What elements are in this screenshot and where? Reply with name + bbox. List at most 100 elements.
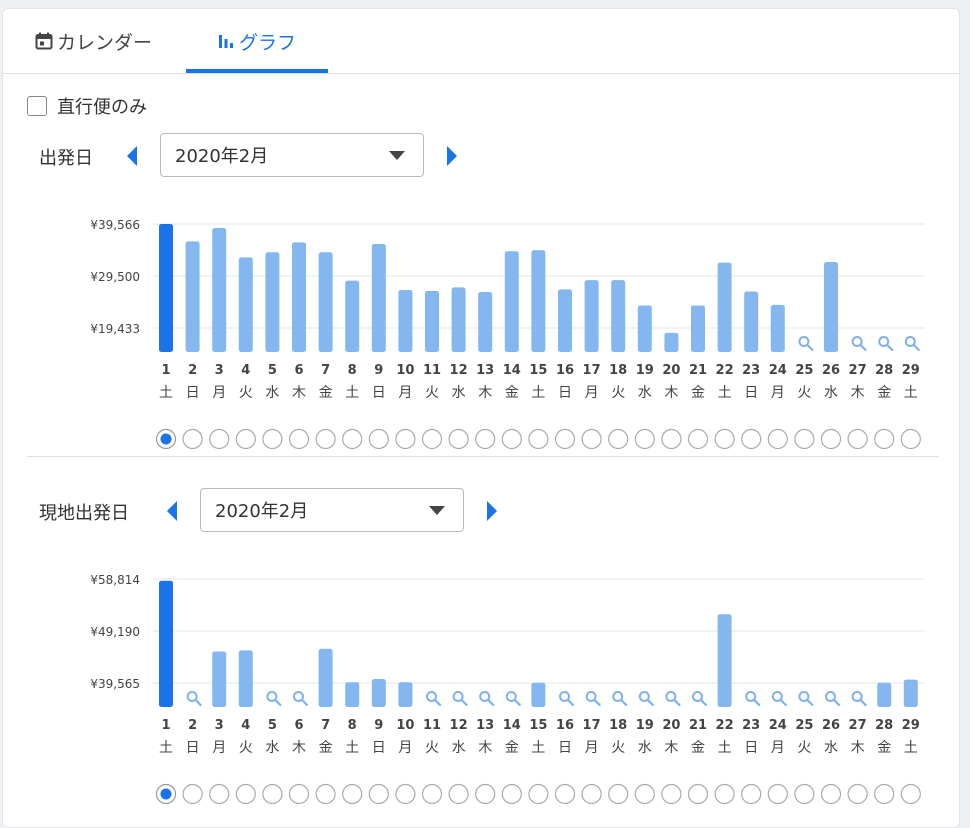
outbound-date-radio[interactable]: [395, 428, 416, 450]
outbound-bar[interactable]: [238, 257, 253, 352]
return-date-radio[interactable]: [448, 783, 469, 805]
outbound-date-radio[interactable]: [900, 428, 921, 450]
outbound-date-radio[interactable]: [794, 428, 815, 450]
return-date-radio[interactable]: [235, 783, 256, 805]
return-date-radio[interactable]: [421, 783, 443, 805]
outbound-date-radio[interactable]: [634, 428, 655, 450]
search-icon[interactable]: [426, 691, 442, 707]
return-date-radio[interactable]: [820, 783, 842, 805]
return-date-radio[interactable]: [581, 783, 602, 805]
outbound-next-month-arrow-icon[interactable]: [443, 143, 461, 169]
return-date-radio[interactable]: [501, 783, 522, 805]
return-month-select[interactable]: 2020年2月: [200, 488, 464, 532]
return-bar[interactable]: [345, 682, 360, 707]
outbound-bar[interactable]: [478, 292, 493, 352]
outbound-bar[interactable]: [185, 241, 200, 352]
outbound-date-radio[interactable]: [554, 428, 576, 450]
return-date-radio[interactable]: [288, 783, 310, 805]
tab-graph[interactable]: グラフ: [217, 9, 296, 73]
outbound-bar[interactable]: [159, 224, 173, 352]
return-date-radio[interactable]: [182, 783, 203, 805]
outbound-month-select[interactable]: 2020年2月: [160, 133, 424, 177]
outbound-date-radio[interactable]: [741, 428, 762, 450]
search-icon[interactable]: [665, 691, 681, 707]
search-icon[interactable]: [745, 691, 761, 707]
return-date-radio[interactable]: [767, 783, 788, 805]
return-date-radio[interactable]: [900, 783, 921, 805]
outbound-bar[interactable]: [558, 289, 572, 352]
outbound-bar[interactable]: [770, 304, 785, 352]
outbound-date-radio[interactable]: [847, 428, 868, 450]
return-date-radio[interactable]: [528, 783, 549, 805]
search-icon[interactable]: [452, 691, 468, 707]
outbound-date-radio[interactable]: [687, 428, 709, 450]
outbound-bar[interactable]: [584, 280, 599, 352]
return-date-radio[interactable]: [554, 783, 576, 805]
return-bar[interactable]: [159, 580, 173, 707]
return-date-radio[interactable]: [847, 783, 868, 805]
outbound-date-radio[interactable]: [342, 428, 363, 450]
return-prev-month-arrow-icon[interactable]: [163, 498, 181, 524]
outbound-bar[interactable]: [717, 262, 732, 352]
search-icon[interactable]: [505, 691, 521, 707]
outbound-date-radio[interactable]: [448, 428, 469, 450]
search-icon[interactable]: [878, 336, 894, 352]
outbound-date-radio[interactable]: [262, 428, 283, 450]
search-icon[interactable]: [186, 691, 202, 707]
return-date-radio[interactable]: [794, 783, 815, 805]
return-date-radio[interactable]: [634, 783, 655, 805]
outbound-date-radio[interactable]: [874, 428, 895, 450]
search-icon[interactable]: [825, 691, 841, 707]
search-icon[interactable]: [293, 691, 309, 707]
outbound-bar[interactable]: [637, 305, 652, 352]
return-date-radio[interactable]: [395, 783, 416, 805]
outbound-date-radio[interactable]: [528, 428, 549, 450]
outbound-bar[interactable]: [292, 242, 306, 352]
outbound-date-radio[interactable]: [315, 428, 336, 450]
return-bar[interactable]: [398, 682, 413, 707]
return-bar[interactable]: [318, 648, 333, 707]
search-icon[interactable]: [479, 691, 495, 707]
search-icon[interactable]: [904, 336, 920, 352]
return-bar[interactable]: [717, 614, 732, 707]
return-date-radio[interactable]: [741, 783, 762, 805]
outbound-date-radio[interactable]: [421, 428, 443, 450]
outbound-date-radio[interactable]: [714, 428, 735, 450]
outbound-bar[interactable]: [824, 262, 838, 352]
search-icon[interactable]: [798, 691, 814, 707]
outbound-date-radio[interactable]: [182, 428, 203, 450]
direct-only-checkbox[interactable]: 直行便のみ: [27, 93, 147, 119]
return-bar[interactable]: [531, 682, 546, 707]
search-icon[interactable]: [585, 691, 601, 707]
search-icon[interactable]: [771, 691, 787, 707]
return-date-radio[interactable]: [262, 783, 283, 805]
search-icon[interactable]: [612, 691, 628, 707]
outbound-bar[interactable]: [531, 250, 546, 352]
return-date-radio[interactable]: [475, 783, 496, 805]
outbound-bar[interactable]: [345, 280, 360, 352]
outbound-bar[interactable]: [212, 227, 227, 352]
search-icon[interactable]: [559, 691, 575, 707]
search-icon[interactable]: [798, 336, 814, 352]
outbound-bar[interactable]: [504, 251, 519, 352]
search-icon[interactable]: [851, 336, 867, 352]
outbound-date-radio[interactable]: [767, 428, 788, 450]
outbound-date-radio[interactable]: [235, 428, 256, 450]
outbound-bar[interactable]: [371, 243, 386, 352]
return-bar[interactable]: [238, 650, 253, 707]
search-icon[interactable]: [692, 691, 708, 707]
return-date-radio[interactable]: [209, 783, 230, 805]
return-bar[interactable]: [903, 679, 918, 707]
return-date-radio[interactable]: [608, 783, 629, 805]
search-icon[interactable]: [851, 691, 867, 707]
outbound-bar[interactable]: [691, 305, 705, 352]
outbound-date-radio[interactable]: [288, 428, 310, 450]
outbound-bar[interactable]: [265, 252, 280, 352]
return-date-radio[interactable]: [874, 783, 895, 805]
outbound-date-radio[interactable]: [820, 428, 842, 450]
outbound-date-radio[interactable]: [581, 428, 602, 450]
checkbox-box[interactable]: [27, 96, 47, 116]
tab-calendar[interactable]: カレンダー: [35, 9, 152, 73]
outbound-date-radio[interactable]: [661, 428, 682, 450]
return-date-radio[interactable]: [315, 783, 336, 805]
